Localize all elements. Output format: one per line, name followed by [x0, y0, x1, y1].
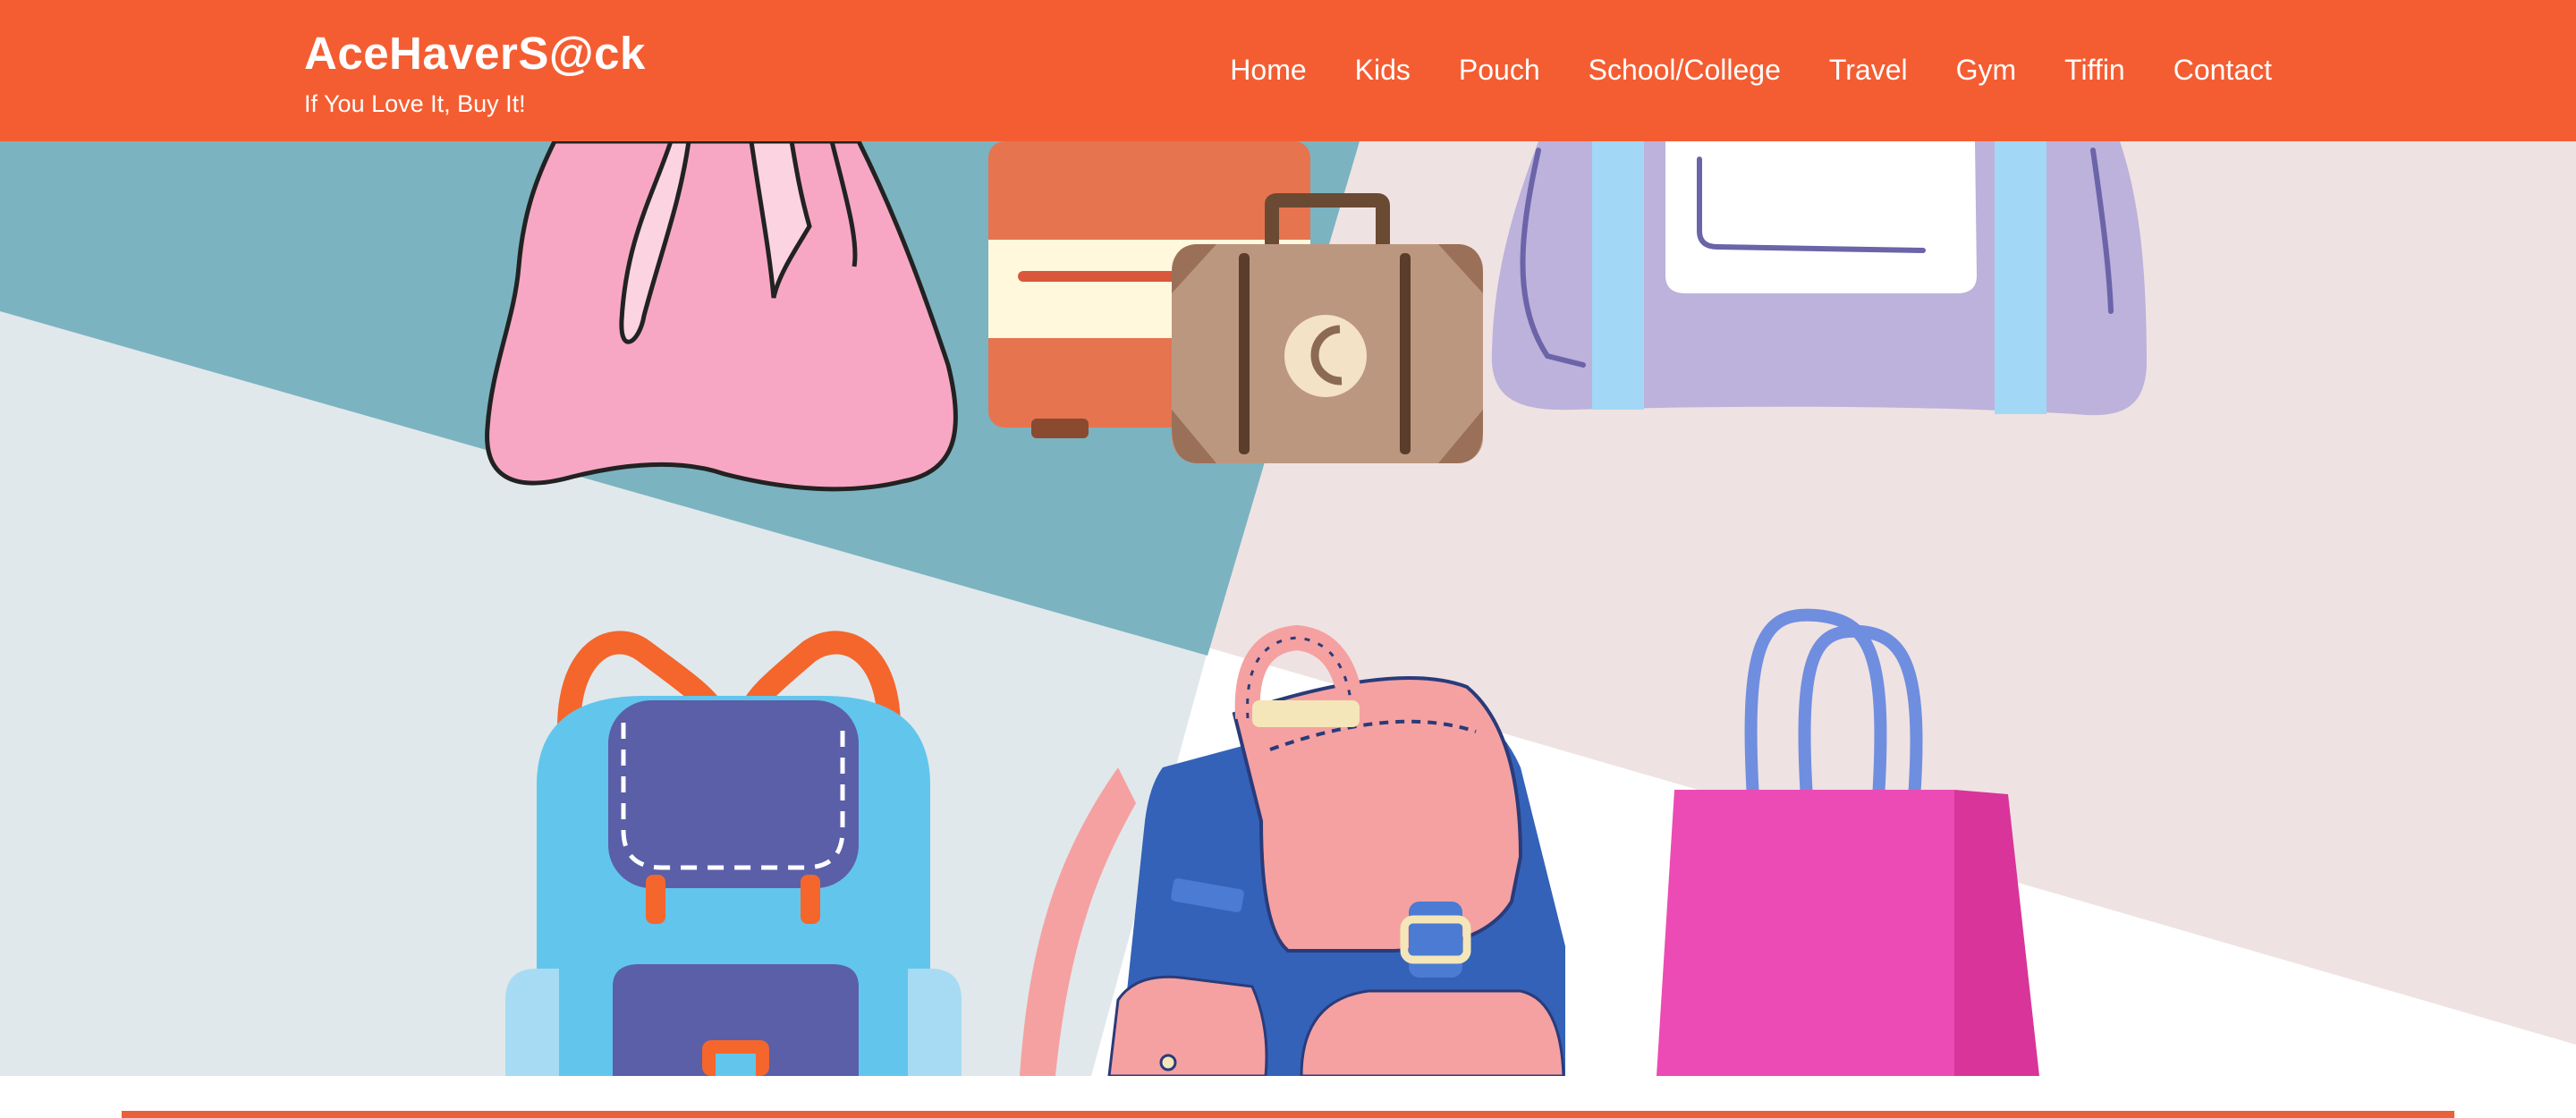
brand-tagline: If You Love It, Buy It! — [304, 90, 526, 117]
brand[interactable]: AceHaverS@ck If You Love It, Buy It! — [304, 25, 646, 122]
nav-link-kids[interactable]: Kids — [1355, 47, 1411, 93]
section-divider — [122, 1111, 2454, 1118]
school-backpack-icon — [505, 631, 962, 1076]
drawstring-bag-icon — [485, 141, 958, 492]
brand-title[interactable]: AceHaverS@ck — [304, 25, 646, 82]
nav-link-school-college[interactable]: School/College — [1589, 47, 1781, 93]
main-nav: Home Kids Pouch School/College Travel Gy… — [1230, 47, 2272, 93]
duffel-bag-icon — [1491, 141, 2147, 416]
nav-link-pouch[interactable]: Pouch — [1459, 47, 1540, 93]
nav-link-gym[interactable]: Gym — [1956, 47, 2017, 93]
hero-illustration — [0, 141, 2576, 1076]
nav-link-tiffin[interactable]: Tiffin — [2064, 47, 2125, 93]
site-header: AceHaverS@ck If You Love It, Buy It! Hom… — [0, 0, 2576, 141]
nav-link-contact[interactable]: Contact — [2174, 47, 2272, 93]
hero-banner — [0, 141, 2576, 1076]
nav-link-home[interactable]: Home — [1230, 47, 1306, 93]
nav-link-travel[interactable]: Travel — [1829, 47, 1908, 93]
